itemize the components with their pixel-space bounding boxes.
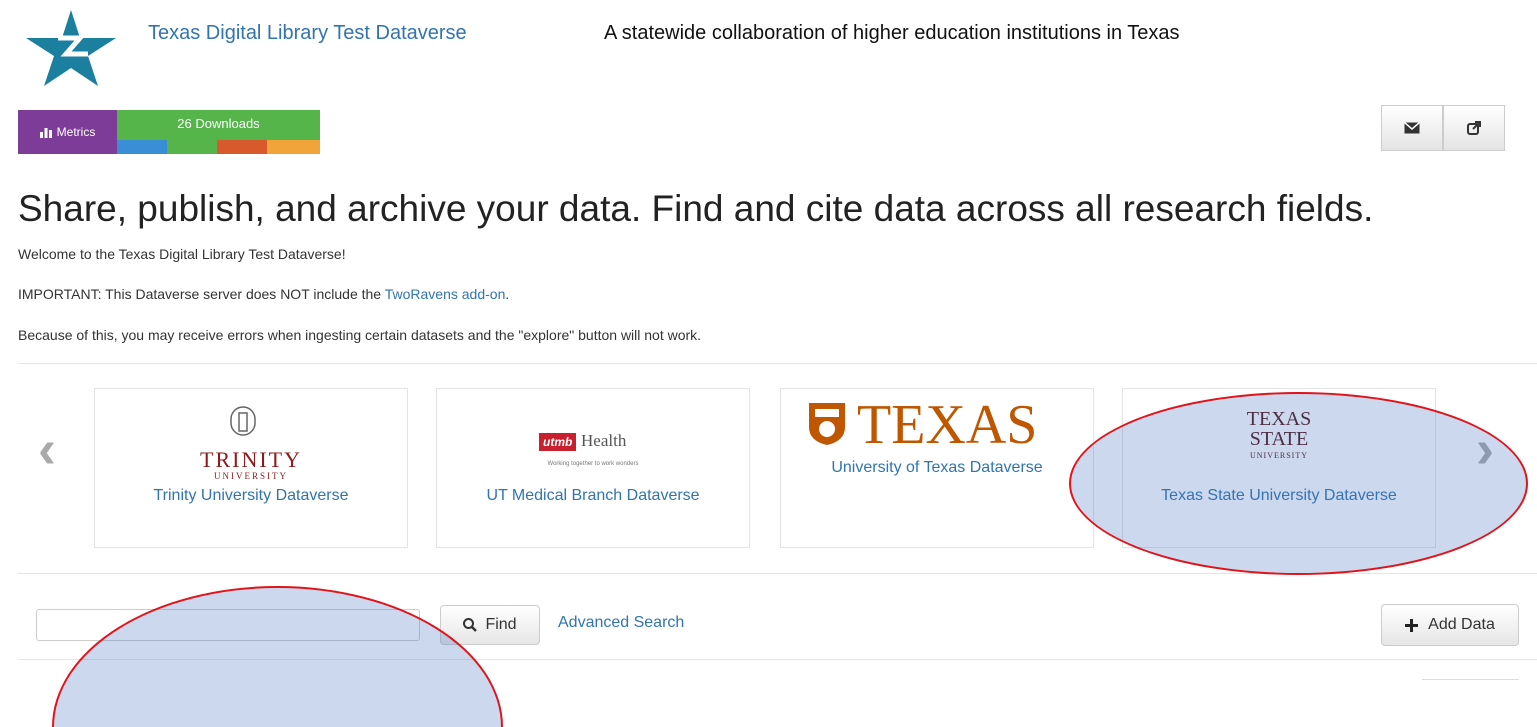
contact-button[interactable] <box>1381 105 1443 151</box>
find-label: Find <box>485 616 517 633</box>
add-data-label: Add Data <box>1428 616 1495 633</box>
important-prefix: IMPORTANT: This Dataverse server does NO… <box>18 286 385 302</box>
ut-shield-icon <box>809 403 845 445</box>
metrics-text: Metrics <box>56 125 96 139</box>
carousel-card-ut[interactable]: TEXAS University of Texas Dataverse <box>780 388 1094 548</box>
downloads-segment <box>117 140 167 154</box>
tworavens-link[interactable]: TwoRavens add-on <box>385 286 506 302</box>
dataverse-tagline: A statewide collaboration of higher educ… <box>604 22 1180 44</box>
divider <box>18 363 1537 364</box>
carousel-prev-icon[interactable]: ‹ <box>38 418 56 480</box>
trinity-logo-text: TRINITY <box>200 447 302 472</box>
metrics-widget[interactable]: Metrics 26 Downloads <box>18 110 320 154</box>
downloads-segment <box>217 140 267 154</box>
explore-notice: Because of this, you may receive errors … <box>18 327 702 343</box>
downloads-bar[interactable]: 26 Downloads <box>117 110 320 154</box>
texas-digital-library-logo[interactable] <box>18 8 124 88</box>
carousel-card-trinity[interactable]: TRINITY UNIVERSITY Trinity University Da… <box>94 388 408 548</box>
share-icon <box>1467 121 1481 135</box>
advanced-search-link[interactable]: Advanced Search <box>558 614 684 632</box>
carousel-card-label[interactable]: University of Texas Dataverse <box>781 459 1093 477</box>
metrics-label[interactable]: Metrics <box>18 110 117 154</box>
ut-logo-text: TEXAS <box>857 394 1038 456</box>
dataverse-name-link[interactable]: Texas Digital Library Test Dataverse <box>148 22 467 45</box>
partial-button-edge <box>1422 679 1519 680</box>
add-data-button[interactable]: Add Data <box>1381 604 1519 646</box>
find-button[interactable]: Find <box>440 605 540 645</box>
annotation-oval <box>52 586 503 727</box>
page-headline: Share, publish, and archive your data. F… <box>18 188 1374 229</box>
downloads-count: 26 Downloads <box>177 116 260 131</box>
carousel-card-label[interactable]: Trinity University Dataverse <box>95 487 407 505</box>
plus-icon <box>1405 618 1419 632</box>
carousel-card-label[interactable]: UT Medical Branch Dataverse <box>437 487 749 505</box>
utmb-logo-sub: Working together to work wonders <box>547 461 639 467</box>
important-suffix: . <box>505 286 510 302</box>
carousel-card-utmb[interactable]: utmb Health Working together to work won… <box>436 388 750 548</box>
envelope-icon <box>1404 122 1420 134</box>
downloads-segment <box>267 140 320 154</box>
welcome-text: Welcome to the Texas Digital Library Tes… <box>18 246 346 262</box>
trinity-seal-icon <box>230 406 256 436</box>
important-notice: IMPORTANT: This Dataverse server does NO… <box>18 286 509 302</box>
bar-chart-icon <box>39 128 52 138</box>
utmb-logo-badge: utmb <box>539 433 577 451</box>
share-button[interactable] <box>1443 105 1505 151</box>
trinity-logo-sub: UNIVERSITY <box>214 471 288 481</box>
search-icon <box>463 618 478 632</box>
annotation-oval <box>1069 392 1528 575</box>
utmb-logo-text: Health <box>581 431 627 450</box>
